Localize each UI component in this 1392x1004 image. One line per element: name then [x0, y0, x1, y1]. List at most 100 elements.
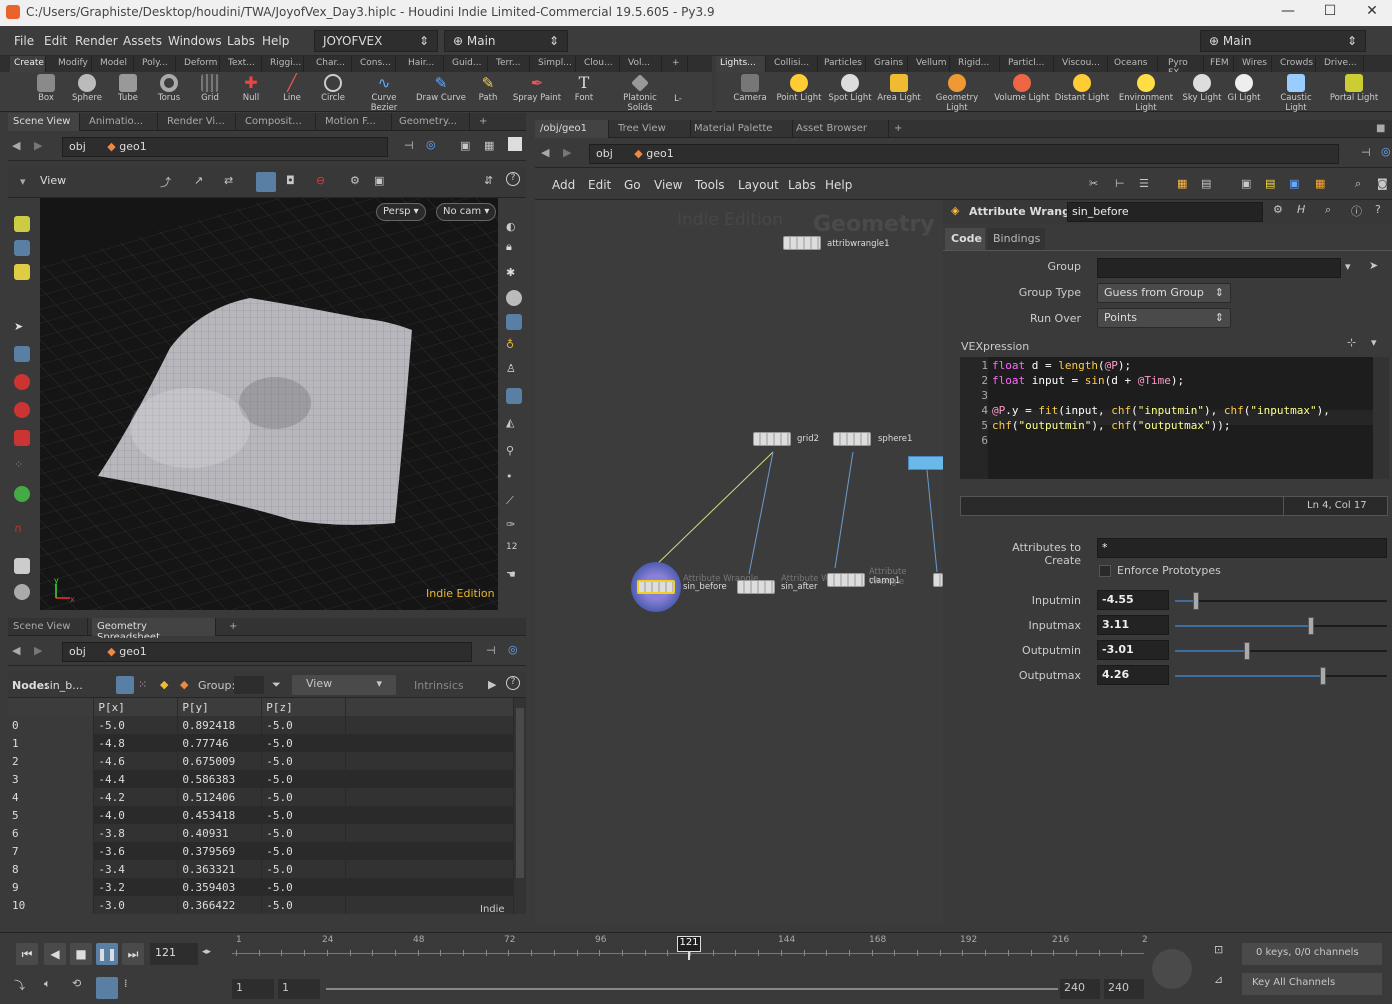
- table-row[interactable]: 7 -3.6 0.379569 -5.0: [8, 842, 514, 860]
- camera-menu[interactable]: No cam ▾: [436, 203, 497, 221]
- group-field[interactable]: [1097, 258, 1341, 278]
- tool-tube[interactable]: Tube: [108, 74, 148, 103]
- light-icon[interactable]: ♁: [506, 338, 522, 354]
- image-icon[interactable]: ▣: [1289, 177, 1299, 190]
- tool-sky-light[interactable]: Sky Light: [1180, 74, 1224, 103]
- node-sin-before[interactable]: [637, 580, 675, 594]
- shelf-tab[interactable]: Text...: [224, 56, 262, 72]
- select-arrow-icon[interactable]: ➤: [1369, 259, 1378, 272]
- slider-track[interactable]: [1175, 667, 1387, 685]
- tab-animation[interactable]: Animatio...: [84, 113, 158, 131]
- shelf-tab[interactable]: Poly...: [138, 56, 176, 72]
- primitives-mode-icon[interactable]: ◆: [160, 678, 168, 691]
- view-menu-icon[interactable]: ▾: [20, 175, 26, 188]
- pose-tool-icon[interactable]: [14, 430, 30, 446]
- tab-scene-view[interactable]: Scene View: [8, 618, 88, 636]
- group-dropdown-icon[interactable]: ▾: [1345, 260, 1351, 273]
- add-tab-icon[interactable]: +: [889, 120, 905, 138]
- scale-tool-icon[interactable]: [14, 402, 30, 418]
- slider-track[interactable]: [1175, 642, 1387, 660]
- menu-file[interactable]: File: [14, 34, 34, 48]
- tab-geometry[interactable]: Geometry...: [394, 113, 470, 131]
- shelf-tab-create[interactable]: Create: [10, 56, 46, 72]
- tool-spray-paint[interactable]: ✒ Spray Paint: [512, 74, 562, 103]
- tab-geometry-spreadsheet[interactable]: Geometry Spreadsheet: [92, 618, 216, 643]
- h-icon[interactable]: H: [1297, 203, 1305, 216]
- tool-caustic-light[interactable]: Caustic Light: [1270, 74, 1322, 113]
- table-row[interactable]: 1 -4.8 0.77746 -5.0: [8, 734, 514, 752]
- bundle-icon[interactable]: ▦: [1315, 177, 1325, 190]
- snap-icon[interactable]: [256, 172, 276, 192]
- tab-bindings[interactable]: Bindings: [987, 228, 1045, 250]
- tab-network[interactable]: /obj/geo1: [535, 120, 609, 138]
- slider-knob[interactable]: [1244, 642, 1251, 660]
- code-scrollbar[interactable]: [1373, 357, 1389, 479]
- view-label[interactable]: View: [40, 174, 66, 187]
- net-menu-edit[interactable]: Edit: [588, 178, 611, 192]
- node-attribwrangle1[interactable]: [783, 236, 821, 250]
- keys-icon[interactable]: ⁞: [124, 977, 144, 999]
- shelf-tab[interactable]: Crowds: [1276, 56, 1316, 72]
- shelf-tab[interactable]: Char...: [312, 56, 352, 72]
- tool-curve-bezier[interactable]: ∿ Curve Bezier: [358, 74, 410, 113]
- realtime-icon[interactable]: ⤵: [14, 977, 34, 999]
- shelf-tab[interactable]: Guid...: [448, 56, 488, 72]
- graph-icon[interactable]: ⊿: [1214, 973, 1234, 993]
- search-icon[interactable]: ⌕: [1355, 177, 1361, 191]
- tool-environment-light[interactable]: Environment Light: [1118, 74, 1174, 113]
- group-field[interactable]: [234, 676, 264, 694]
- node-clamp1[interactable]: [827, 573, 865, 587]
- slider-value-field[interactable]: -3.01: [1097, 640, 1169, 660]
- forward-arrow-icon[interactable]: ▶: [34, 139, 42, 152]
- expand-icon[interactable]: ▾: [1371, 336, 1377, 349]
- person-icon[interactable]: ♙: [506, 362, 522, 378]
- slider-knob[interactable]: [1320, 667, 1327, 685]
- shelf-tab[interactable]: Hair...: [404, 56, 444, 72]
- tab-scene-view[interactable]: Scene View: [8, 113, 80, 131]
- column-header[interactable]: P[z]: [261, 698, 347, 716]
- node-partial[interactable]: [933, 573, 943, 587]
- normal-icon[interactable]: ⚲: [506, 444, 522, 460]
- menu-help[interactable]: Help: [262, 34, 289, 48]
- table-row[interactable]: 4 -4.2 0.512406 -5.0: [8, 788, 514, 806]
- table-row[interactable]: 10 -3.0 0.366422 -5.0: [8, 896, 514, 914]
- net-menu-labs[interactable]: Labs: [788, 178, 816, 192]
- tab-render-view[interactable]: Render Vi...: [162, 113, 236, 131]
- shelf-tab[interactable]: Riggi...: [266, 56, 304, 72]
- forward-arrow-icon[interactable]: ▶: [34, 644, 42, 657]
- spreadsheet-scrollbar[interactable]: [514, 698, 526, 914]
- tool-geometry-light[interactable]: Geometry Light: [934, 74, 980, 113]
- tool-null[interactable]: ✚ Null: [231, 74, 271, 104]
- slider-value-field[interactable]: 4.26: [1097, 665, 1169, 685]
- handle-tool-icon[interactable]: [14, 486, 30, 502]
- play-reverse-button[interactable]: ◀: [44, 943, 66, 965]
- lock-tool-icon[interactable]: [14, 346, 30, 362]
- intrinsics-label[interactable]: Intrinsics: [414, 679, 464, 692]
- net-menu-layout[interactable]: Layout: [738, 178, 779, 192]
- column-header[interactable]: P[x]: [93, 698, 179, 716]
- run-over-menu[interactable]: Points ⇕: [1097, 308, 1231, 328]
- select-icon[interactable]: ↗: [194, 174, 203, 187]
- settings-icon[interactable]: ⇵: [484, 174, 493, 187]
- vector-icon[interactable]: ⟋: [506, 494, 522, 510]
- play-button[interactable]: ❚❚: [96, 943, 118, 965]
- search-icon[interactable]: ⌕: [1325, 203, 1331, 217]
- tool-box[interactable]: Box: [26, 74, 66, 103]
- node-object-merge[interactable]: [908, 456, 943, 470]
- pane-menu-icon[interactable]: ■: [1371, 120, 1389, 138]
- shelf-tab[interactable]: Modify: [54, 56, 92, 72]
- tool-point-light[interactable]: Point Light: [776, 74, 822, 103]
- path-selector[interactable]: obj ◆ geo1: [62, 642, 472, 662]
- tool-area-light[interactable]: Area Light: [876, 74, 922, 103]
- vis-icon[interactable]: ◐: [506, 220, 522, 236]
- tab-tree-view[interactable]: Tree View: [613, 120, 691, 138]
- wrench-icon[interactable]: ✂: [1089, 177, 1098, 190]
- net-menu-help[interactable]: Help: [825, 178, 852, 192]
- net-menu-go[interactable]: Go: [624, 178, 641, 192]
- playhead-marker[interactable]: 121: [677, 936, 701, 952]
- vertices-mode-icon[interactable]: ⁙: [138, 678, 147, 691]
- range-bar[interactable]: [326, 988, 1058, 990]
- tab-code[interactable]: Code: [945, 228, 985, 250]
- range-start-field[interactable]: 1: [278, 979, 320, 999]
- eraser-icon[interactable]: [14, 558, 30, 574]
